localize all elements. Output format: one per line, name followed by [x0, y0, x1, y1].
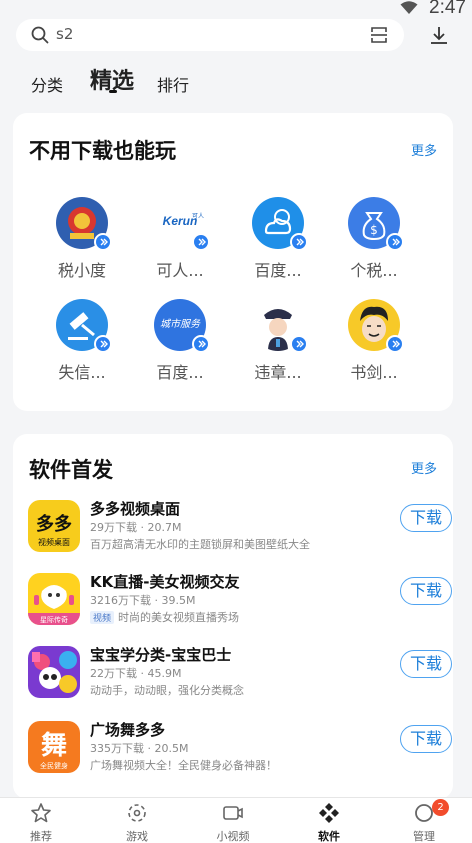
download-button[interactable]: 下载 [400, 650, 452, 678]
app-name: 宝宝学分类-宝宝巴士 [90, 646, 232, 664]
app-meta: 22万下载 · 45.9M [90, 667, 182, 680]
category-tag: 视频 [90, 611, 115, 624]
app-icon: 星际传奇 [28, 573, 80, 625]
new-software-section: 软件首发 更多 多多 视频桌面 多多视频桌面 29万下载 · 20.7M 百万超高… [13, 434, 453, 799]
nav-label: 小视频 [216, 830, 250, 843]
star-icon [31, 803, 51, 823]
app-icon [28, 646, 80, 698]
svg-text:可人: 可人 [192, 213, 204, 220]
search-bar[interactable]: s2 [16, 19, 404, 51]
game-item[interactable]: 失信... [47, 299, 117, 383]
app-description: 百万超高清无水印的主题锁屏和美图壁纸大全 [90, 538, 310, 551]
video-icon [223, 806, 243, 820]
instant-play-badge-icon [192, 233, 210, 251]
nav-item-short-video[interactable]: 小视频 [203, 802, 263, 843]
game-item[interactable]: 书剑... [339, 299, 409, 383]
svg-text:全民健身: 全民健身 [40, 761, 68, 770]
app-row[interactable]: 多多 视频桌面 多多视频桌面 29万下载 · 20.7M 百万超高清无水印的主题锁… [28, 500, 452, 560]
instant-play-badge-icon [290, 233, 308, 251]
game-item[interactable]: 百度... [243, 197, 313, 281]
game-name: 个税... [350, 261, 398, 280]
nav-item-manage[interactable]: 2 管理 [394, 799, 454, 843]
app-meta: 335万下载 · 20.5M [90, 742, 189, 755]
svg-text:星际传奇: 星际传奇 [40, 615, 68, 624]
app-row[interactable]: 宝宝学分类-宝宝巴士 22万下载 · 45.9M 动动手，动动眼，强化分类概念 … [28, 646, 452, 706]
game-name: 税小度 [57, 261, 106, 280]
status-time: 2:47 [429, 0, 466, 18]
app-description-text: 时尚的美女视频直播秀场 [118, 611, 240, 624]
app-name: KK直播-美女视频交友 [90, 573, 240, 591]
nav-label: 软件 [318, 830, 340, 843]
svg-text:舞: 舞 [41, 731, 67, 761]
app-row[interactable]: 星际传奇 KK直播-美女视频交友 3216万下载 · 39.5M 视频 时尚的美女… [28, 573, 452, 633]
app-icon: 多多 视频桌面 [28, 500, 80, 552]
game-item[interactable]: 城市服务 百度... [145, 299, 215, 383]
download-button[interactable]: 下载 [400, 577, 452, 605]
section-title: 软件首发 [29, 458, 113, 482]
nav-item-recommend[interactable]: 推荐 [11, 802, 71, 843]
bottom-navigation: 推荐 游戏 小视频 软件 2 管理 [0, 797, 472, 843]
nav-item-software[interactable]: 软件 [299, 802, 359, 843]
instant-play-badge-icon [94, 335, 112, 353]
nav-label: 游戏 [126, 830, 148, 843]
svg-text:$: $ [370, 223, 378, 237]
nav-label: 管理 [413, 830, 435, 843]
app-icon: 舞全民健身 [28, 721, 80, 773]
svg-text:多多: 多多 [36, 513, 72, 535]
svg-text:视频桌面: 视频桌面 [38, 537, 70, 547]
wifi-icon [400, 1, 418, 14]
game-name: 可人... [156, 261, 204, 280]
game-item[interactable]: $ 个税... [339, 197, 409, 281]
nav-label: 推荐 [30, 830, 52, 843]
app-row[interactable]: 舞全民健身 广场舞多多 335万下载 · 20.5M 广场舞视频大全！全民健身必… [28, 721, 452, 781]
status-bar: 2:47 [0, 0, 472, 18]
software-diamond-icon [319, 803, 339, 823]
app-name: 多多视频桌面 [90, 500, 181, 518]
download-button[interactable]: 下载 [400, 725, 452, 753]
app-name: 广场舞多多 [90, 721, 166, 739]
game-item[interactable]: Kerun 可人 可人... [145, 197, 215, 281]
section-title: 不用下载也能玩 [29, 139, 176, 163]
game-name: 书剑... [350, 363, 398, 382]
svg-text:城市服务: 城市服务 [160, 318, 201, 330]
app-meta: 3216万下载 · 39.5M [90, 594, 196, 607]
search-input[interactable]: s2 [56, 25, 73, 43]
download-button[interactable]: 下载 [400, 504, 452, 532]
game-item[interactable]: 税小度 [47, 197, 117, 281]
game-name: 失信... [58, 363, 106, 382]
instant-play-badge-icon [290, 335, 308, 353]
active-tab-indicator [109, 90, 117, 93]
nav-item-games[interactable]: 游戏 [107, 802, 167, 843]
gamepad-icon [128, 804, 146, 822]
instant-play-section: 不用下载也能玩 更多 税小度 Kerun 可人 可人... 百度... $ 个税… [13, 113, 453, 411]
game-name: 违章... [254, 363, 302, 382]
top-tabs: 分类 精选 排行 [0, 60, 472, 100]
game-name: 百度... [254, 261, 302, 280]
download-manager-icon[interactable] [428, 24, 450, 46]
more-link[interactable]: 更多 [411, 458, 437, 477]
notification-badge: 2 [432, 799, 449, 816]
game-item[interactable]: 违章... [243, 299, 313, 383]
app-meta: 29万下载 · 20.7M [90, 521, 182, 534]
instant-play-badge-icon [192, 335, 210, 353]
more-link[interactable]: 更多 [411, 140, 437, 159]
app-description: 动动手，动动眼，强化分类概念 [90, 684, 244, 697]
instant-play-badge-icon [94, 233, 112, 251]
game-name: 百度... [156, 363, 204, 382]
tab-category[interactable]: 分类 [31, 72, 63, 96]
app-description: 广场舞视频大全！全民健身必备神器！ [90, 759, 277, 772]
scan-icon[interactable] [370, 26, 388, 44]
instant-play-badge-icon [386, 233, 404, 251]
tab-ranking[interactable]: 排行 [157, 72, 189, 96]
app-description: 视频 时尚的美女视频直播秀场 [90, 609, 239, 625]
search-icon [31, 26, 49, 44]
instant-play-badge-icon [386, 335, 404, 353]
